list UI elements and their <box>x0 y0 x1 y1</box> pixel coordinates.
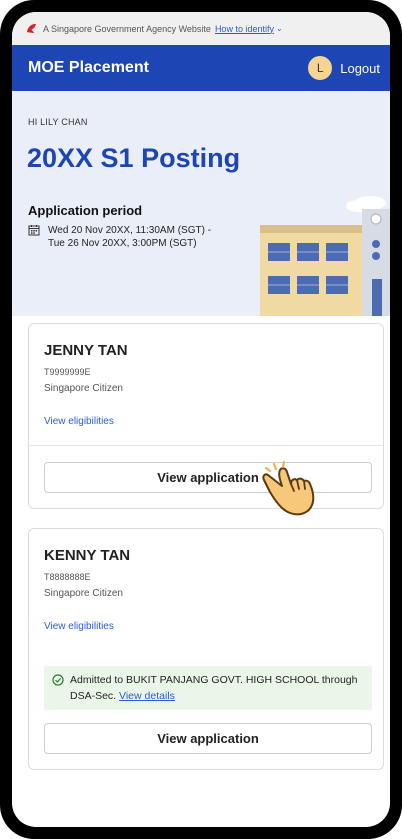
screen: A Singapore Government Agency Website Ho… <box>12 12 390 827</box>
citizenship-status: Singapore Citizen <box>44 588 123 599</box>
period-end: Tue 26 Nov 20XX, 3:00PM (SGT) <box>48 238 197 249</box>
child-name: KENNY TAN <box>44 547 131 564</box>
page-title: 20XX S1 Posting <box>27 143 241 173</box>
child-card: KENNY TAN T8888888E Singapore Citizen Vi… <box>28 528 384 770</box>
application-period-label: Application period <box>28 203 143 218</box>
hero-banner: HI LILY CHAN 20XX S1 Posting Application… <box>12 91 390 316</box>
calendar-icon <box>28 225 40 236</box>
gov-banner: A Singapore Government Agency Website Ho… <box>12 12 390 45</box>
application-period: Wed 20 Nov 20XX, 11:30AM (SGT) - Tue 26 … <box>28 224 211 250</box>
avatar[interactable]: L <box>308 56 333 80</box>
gov-banner-text: A Singapore Government Agency Website <box>43 23 211 34</box>
app-title: MOE Placement <box>28 59 149 76</box>
phone-frame: A Singapore Government Agency Website Ho… <box>0 0 402 839</box>
child-name: JENNY TAN <box>44 342 128 359</box>
admission-message: Admitted to BUKIT PANJANG GOVT. HIGH SCH… <box>70 672 364 704</box>
pointing-hand-icon <box>262 460 315 516</box>
how-to-identify-link[interactable]: How to identify <box>215 24 274 34</box>
singapore-lion-icon <box>26 23 37 34</box>
admission-text: Admitted to BUKIT PANJANG GOVT. HIGH SCH… <box>70 674 358 702</box>
view-details-link[interactable]: View details <box>119 690 175 702</box>
school-building-illustration <box>260 196 390 316</box>
view-application-button[interactable]: View application <box>44 462 372 493</box>
child-id: T9999999E <box>44 367 91 377</box>
chevron-down-icon[interactable]: ⌄ <box>276 24 283 33</box>
greeting: HI LILY CHAN <box>28 117 88 127</box>
check-circle-icon <box>52 674 64 686</box>
divider <box>29 445 383 446</box>
child-card: JENNY TAN T9999999E Singapore Citizen Vi… <box>28 323 384 509</box>
app-header: MOE Placement L Logout <box>12 45 390 91</box>
period-start: Wed 20 Nov 20XX, 11:30AM (SGT) - <box>48 225 212 236</box>
view-eligibilities-link[interactable]: View eligibilities <box>44 416 114 427</box>
logout-button[interactable]: Logout <box>340 61 380 76</box>
view-eligibilities-link[interactable]: View eligibilities <box>44 621 114 632</box>
view-application-button[interactable]: View application <box>44 723 372 754</box>
child-id: T8888888E <box>44 572 91 582</box>
citizenship-status: Singapore Citizen <box>44 383 123 394</box>
admission-notice: Admitted to BUKIT PANJANG GOVT. HIGH SCH… <box>44 666 372 710</box>
